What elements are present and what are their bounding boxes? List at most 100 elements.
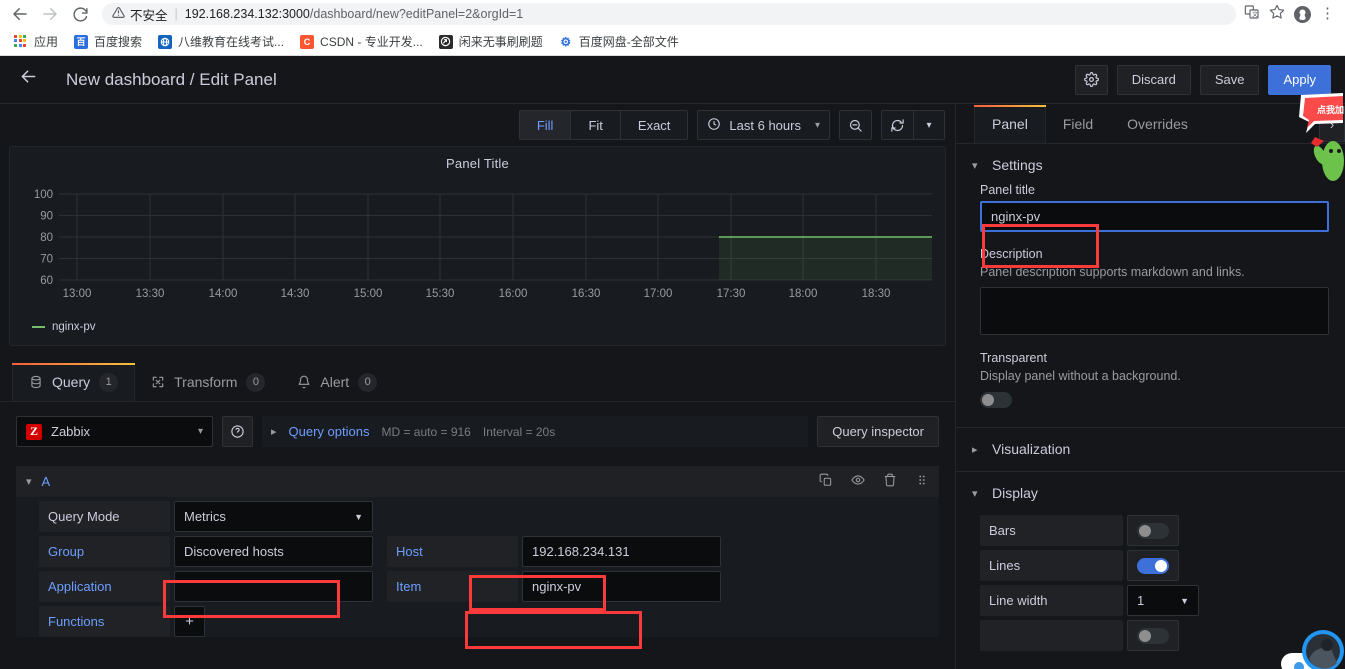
tab-query-count: 1 [99,372,119,392]
svg-text:13:30: 13:30 [136,288,165,300]
size-exact-button[interactable]: Exact [619,110,689,140]
back-button[interactable] [6,0,34,28]
lines-label: Lines [980,550,1123,581]
drag-handle-icon[interactable] [915,473,929,490]
functions-row-filler [209,606,939,637]
query-ref-id: A [41,474,51,489]
reload-button[interactable] [66,0,94,28]
tab-transform[interactable]: Transform 0 [135,363,281,401]
tab-alert[interactable]: Alert 0 [281,363,393,401]
query-mode-select[interactable]: Metrics ▼ [174,501,373,532]
lines-toggle-wrapper [1127,550,1179,581]
refresh-button[interactable] [881,110,913,140]
bars-toggle-wrapper [1127,515,1179,546]
zoom-out-button[interactable] [839,110,872,140]
discard-button[interactable]: Discard [1116,64,1191,95]
lines-toggle[interactable] [1137,557,1169,574]
eye-icon[interactable] [851,473,865,490]
svg-text:15:00: 15:00 [354,288,383,300]
address-bar[interactable]: 不安全 | 192.168.234.132:3000/dashboard/new… [102,3,1236,25]
group-input[interactable]: Discovered hosts [174,536,373,567]
panel-title-input[interactable]: nginx-pv [980,201,1329,232]
bookmark-apps[interactable]: 应用 [6,30,66,54]
bookmark-bawei-exam[interactable]: 八维教育在线考试... [150,30,292,54]
item-value: nginx-pv [532,579,582,594]
bookmark-star-icon[interactable] [1269,4,1285,25]
bookmark-xianlai[interactable]: 闲来无事刷刷题 [431,30,551,54]
tab-query[interactable]: Query 1 [12,363,136,401]
url-text: 192.168.234.132:3000/dashboard/new?editP… [184,7,524,21]
datasource-help-button[interactable] [222,416,253,447]
chart-plot-area: 100 90 80 70 60 13:00 13:30 14:00 14:30 … [10,177,945,307]
bookmark-label: 百度网盘-全部文件 [578,35,679,49]
host-value: 192.168.234.131 [532,544,630,559]
mascot-bubble-text: 点我加 [1317,104,1344,115]
query-options-bar[interactable]: ▸ Query options MD = auto = 916 Interval… [262,416,809,447]
svg-text:100: 100 [34,189,53,201]
settings-section-header[interactable]: ▾ Settings [956,144,1345,183]
query-inspector-button[interactable]: Query inspector [817,416,939,447]
transparent-toggle[interactable] [980,392,1012,408]
panel-settings-gear-button[interactable] [1074,64,1108,95]
graph-panel[interactable]: Panel Title 100 90 80 70 60 13:00 13:30 … [9,146,946,346]
tab-overrides[interactable]: Overrides [1110,105,1205,143]
chevron-down-icon[interactable]: ▾ [26,475,32,488]
svg-text:14:30: 14:30 [281,288,310,300]
item-input[interactable]: nginx-pv [522,571,721,602]
profile-avatar-icon[interactable] [1294,5,1311,23]
bookmark-label: 百度搜索 [94,35,143,49]
query-mode-value: Metrics [184,509,226,524]
display-section-header[interactable]: ▾ Display [956,472,1345,511]
bookmark-baidu-search[interactable]: 百 百度搜索 [66,30,150,54]
tab-transform-label: Transform [174,374,238,390]
functions-label: Functions [39,606,170,637]
datasource-picker[interactable]: Z Zabbix ▾ [16,416,213,447]
application-input[interactable] [174,571,373,602]
trash-icon[interactable] [883,473,897,490]
size-fill-button[interactable]: Fill [518,110,571,140]
save-button[interactable]: Save [1199,64,1260,95]
promo-mascot-overlay[interactable]: 点我加 [1293,93,1345,188]
forward-button[interactable] [36,0,64,28]
apply-button[interactable]: Apply [1268,64,1331,95]
visualization-section-header[interactable]: ▸ Visualization [956,428,1345,467]
svg-text:70: 70 [40,254,53,266]
refresh-group: ▾ [881,110,945,140]
bookmark-label: CSDN - 专业开发... [320,35,423,49]
chart-legend[interactable]: nginx-pv [32,321,95,333]
bookmarks-bar: 应用 百 百度搜索 八维教育在线考试... C CSDN - 专业开发... 闲… [0,28,1345,56]
back-arrow-icon[interactable] [18,66,48,93]
panel-size-segment-group: Fill Fit Exact [518,110,689,140]
bars-toggle[interactable] [1137,522,1169,539]
next-display-label [980,620,1123,651]
bookmark-csdn[interactable]: C CSDN - 专业开发... [292,30,431,54]
size-fit-button[interactable]: Fit [570,110,620,140]
translate-icon[interactable]: 文 [1244,4,1260,25]
description-textarea[interactable] [980,287,1329,335]
copy-icon[interactable] [819,473,833,490]
visualization-section-label: Visualization [992,441,1071,457]
query-a-header[interactable]: ▾ A [16,466,939,497]
host-input[interactable]: 192.168.234.131 [522,536,721,567]
transform-icon [151,375,165,389]
kebab-menu-icon[interactable]: ⋮ [1320,6,1335,20]
refresh-interval-dropdown[interactable]: ▾ [913,110,945,140]
tab-panel[interactable]: Panel [974,105,1046,143]
time-range-picker[interactable]: Last 6 hours ▾ [697,110,830,140]
svg-text:17:30: 17:30 [717,288,746,300]
lines-row: Lines [956,546,1345,581]
add-function-button[interactable]: + [174,606,205,637]
query-mode-label: Query Mode [39,501,170,532]
chevron-down-icon: ▾ [972,487,978,500]
line-width-select[interactable]: 1 ▼ [1127,585,1199,616]
bookmark-baidu-pan[interactable]: ⚙ 百度网盘-全部文件 [551,30,687,54]
next-display-toggle[interactable] [1137,627,1169,644]
svg-text:90: 90 [40,211,53,223]
chevron-down-icon: ▾ [926,119,932,131]
chat-widget-overlay[interactable] [1257,625,1345,669]
display-section-label: Display [992,485,1038,501]
datasource-name: Zabbix [51,424,91,439]
panel-preview-column: Fill Fit Exact Last 6 hours ▾ ▾ Panel Ti… [0,104,955,669]
tab-field[interactable]: Field [1046,105,1110,143]
globe-icon [158,34,173,49]
